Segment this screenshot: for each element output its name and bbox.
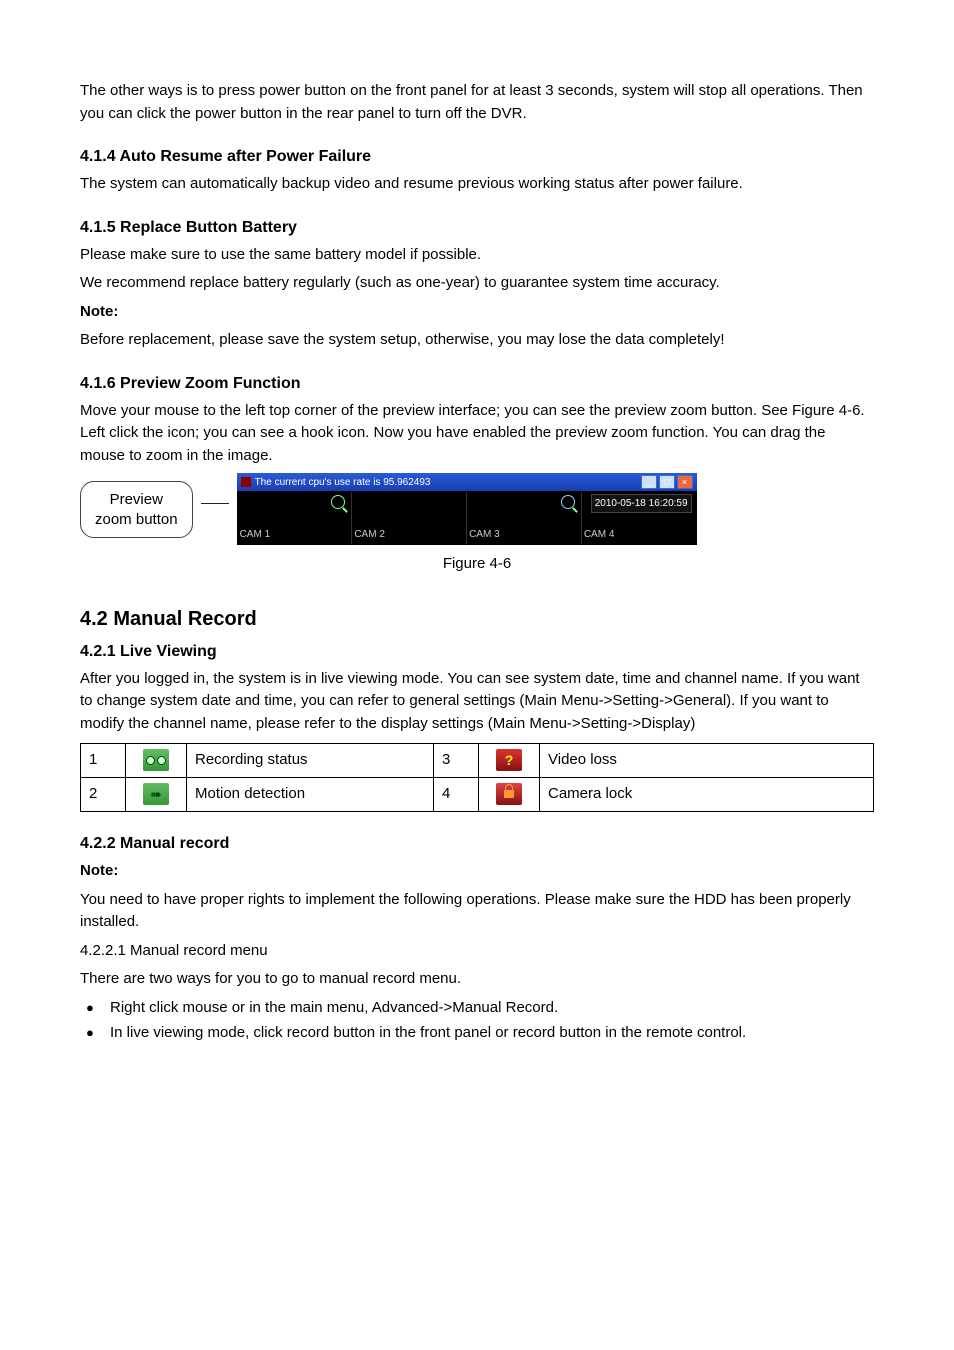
body-4221-intro: There are two ways for you to go to manu… <box>80 968 874 991</box>
camera-lock-icon <box>496 783 522 805</box>
cell-icon-recording <box>126 744 187 778</box>
cell-num-4: 4 <box>434 778 479 812</box>
app-icon <box>241 477 251 487</box>
video-loss-icon: ? <box>496 749 522 771</box>
motion-detection-icon: ➠ <box>143 783 169 805</box>
dvr-cell-cam1[interactable]: CAM 1 <box>238 492 353 544</box>
heading-4221: 4.2.2.1 Manual record menu <box>80 940 874 963</box>
callout-line1: Preview <box>95 490 178 510</box>
cell-icon-motion: ➠ <box>126 778 187 812</box>
maximize-button[interactable]: □ <box>659 475 675 489</box>
body-415-l1: Please make sure to use the same battery… <box>80 244 874 267</box>
cam4-label: CAM 4 <box>584 527 615 542</box>
zoom-icon[interactable] <box>561 495 575 509</box>
cell-num-2: 2 <box>81 778 126 812</box>
note-body-415: Before replacement, please save the syst… <box>80 329 874 352</box>
figure-4-6-caption: Figure 4-6 <box>80 553 874 576</box>
minimize-button[interactable]: _ <box>641 475 657 489</box>
note-label-422: Note: <box>80 860 874 883</box>
intro-paragraph: The other ways is to press power button … <box>80 80 874 125</box>
callout-connector-line <box>201 503 229 504</box>
body-421: After you logged in, the system is in li… <box>80 668 874 736</box>
callout-line2: zoom button <box>95 510 178 530</box>
cell-label-videoloss: Video loss <box>540 744 874 778</box>
heading-422: 4.2.2 Manual record <box>80 832 874 856</box>
body-416: Move your mouse to the left top corner o… <box>80 400 874 468</box>
dvr-cell-cam3[interactable]: CAM 3 <box>467 492 582 544</box>
cell-label-motion: Motion detection <box>187 778 434 812</box>
figure-4-6: Preview zoom button The current cpu's us… <box>80 473 874 545</box>
close-button[interactable]: × <box>677 475 693 489</box>
manual-record-bullet-list: Right click mouse or in the main menu, A… <box>80 997 874 1045</box>
note-label-415: Note: <box>80 301 874 324</box>
dvr-preview-window: The current cpu's use rate is 95.962493 … <box>237 473 697 545</box>
status-icon-table: 1 Recording status 3 ? Video loss 2 ➠ Mo… <box>80 743 874 812</box>
heading-416: 4.1.6 Preview Zoom Function <box>80 372 874 396</box>
dvr-cell-cam2[interactable]: CAM 2 <box>352 492 467 544</box>
timestamp-overlay: 2010-05-18 16:20:59 <box>591 494 692 513</box>
heading-414: 4.1.4 Auto Resume after Power Failure <box>80 145 874 169</box>
note-body-422: You need to have proper rights to implem… <box>80 889 874 934</box>
dvr-channel-grid: CAM 1 CAM 2 CAM 3 2010-05-18 16:20:59 CA… <box>237 491 697 545</box>
list-item: In live viewing mode, click record butto… <box>82 1022 874 1045</box>
dvr-cell-cam4[interactable]: 2010-05-18 16:20:59 CAM 4 <box>582 492 696 544</box>
dvr-titlebar-text: The current cpu's use rate is 95.962493 <box>255 475 431 490</box>
cam1-label: CAM 1 <box>240 527 271 542</box>
list-item: Right click mouse or in the main menu, A… <box>82 997 874 1020</box>
heading-42: 4.2 Manual Record <box>80 604 874 634</box>
body-415-l2: We recommend replace battery regularly (… <box>80 272 874 295</box>
cell-num-3: 3 <box>434 744 479 778</box>
body-414: The system can automatically backup vide… <box>80 173 874 196</box>
cell-label-recording: Recording status <box>187 744 434 778</box>
recording-icon <box>143 749 169 771</box>
heading-415: 4.1.5 Replace Button Battery <box>80 216 874 240</box>
zoom-icon[interactable] <box>331 495 345 509</box>
cell-icon-videoloss: ? <box>479 744 540 778</box>
cam3-label: CAM 3 <box>469 527 500 542</box>
cell-icon-lock <box>479 778 540 812</box>
cell-label-lock: Camera lock <box>540 778 874 812</box>
dvr-titlebar: The current cpu's use rate is 95.962493 … <box>237 473 697 491</box>
cam2-label: CAM 2 <box>354 527 385 542</box>
table-row: 1 Recording status 3 ? Video loss <box>81 744 874 778</box>
cell-num-1: 1 <box>81 744 126 778</box>
callout-preview-zoom: Preview zoom button <box>80 481 193 538</box>
heading-421: 4.2.1 Live Viewing <box>80 640 874 664</box>
table-row: 2 ➠ Motion detection 4 Camera lock <box>81 778 874 812</box>
